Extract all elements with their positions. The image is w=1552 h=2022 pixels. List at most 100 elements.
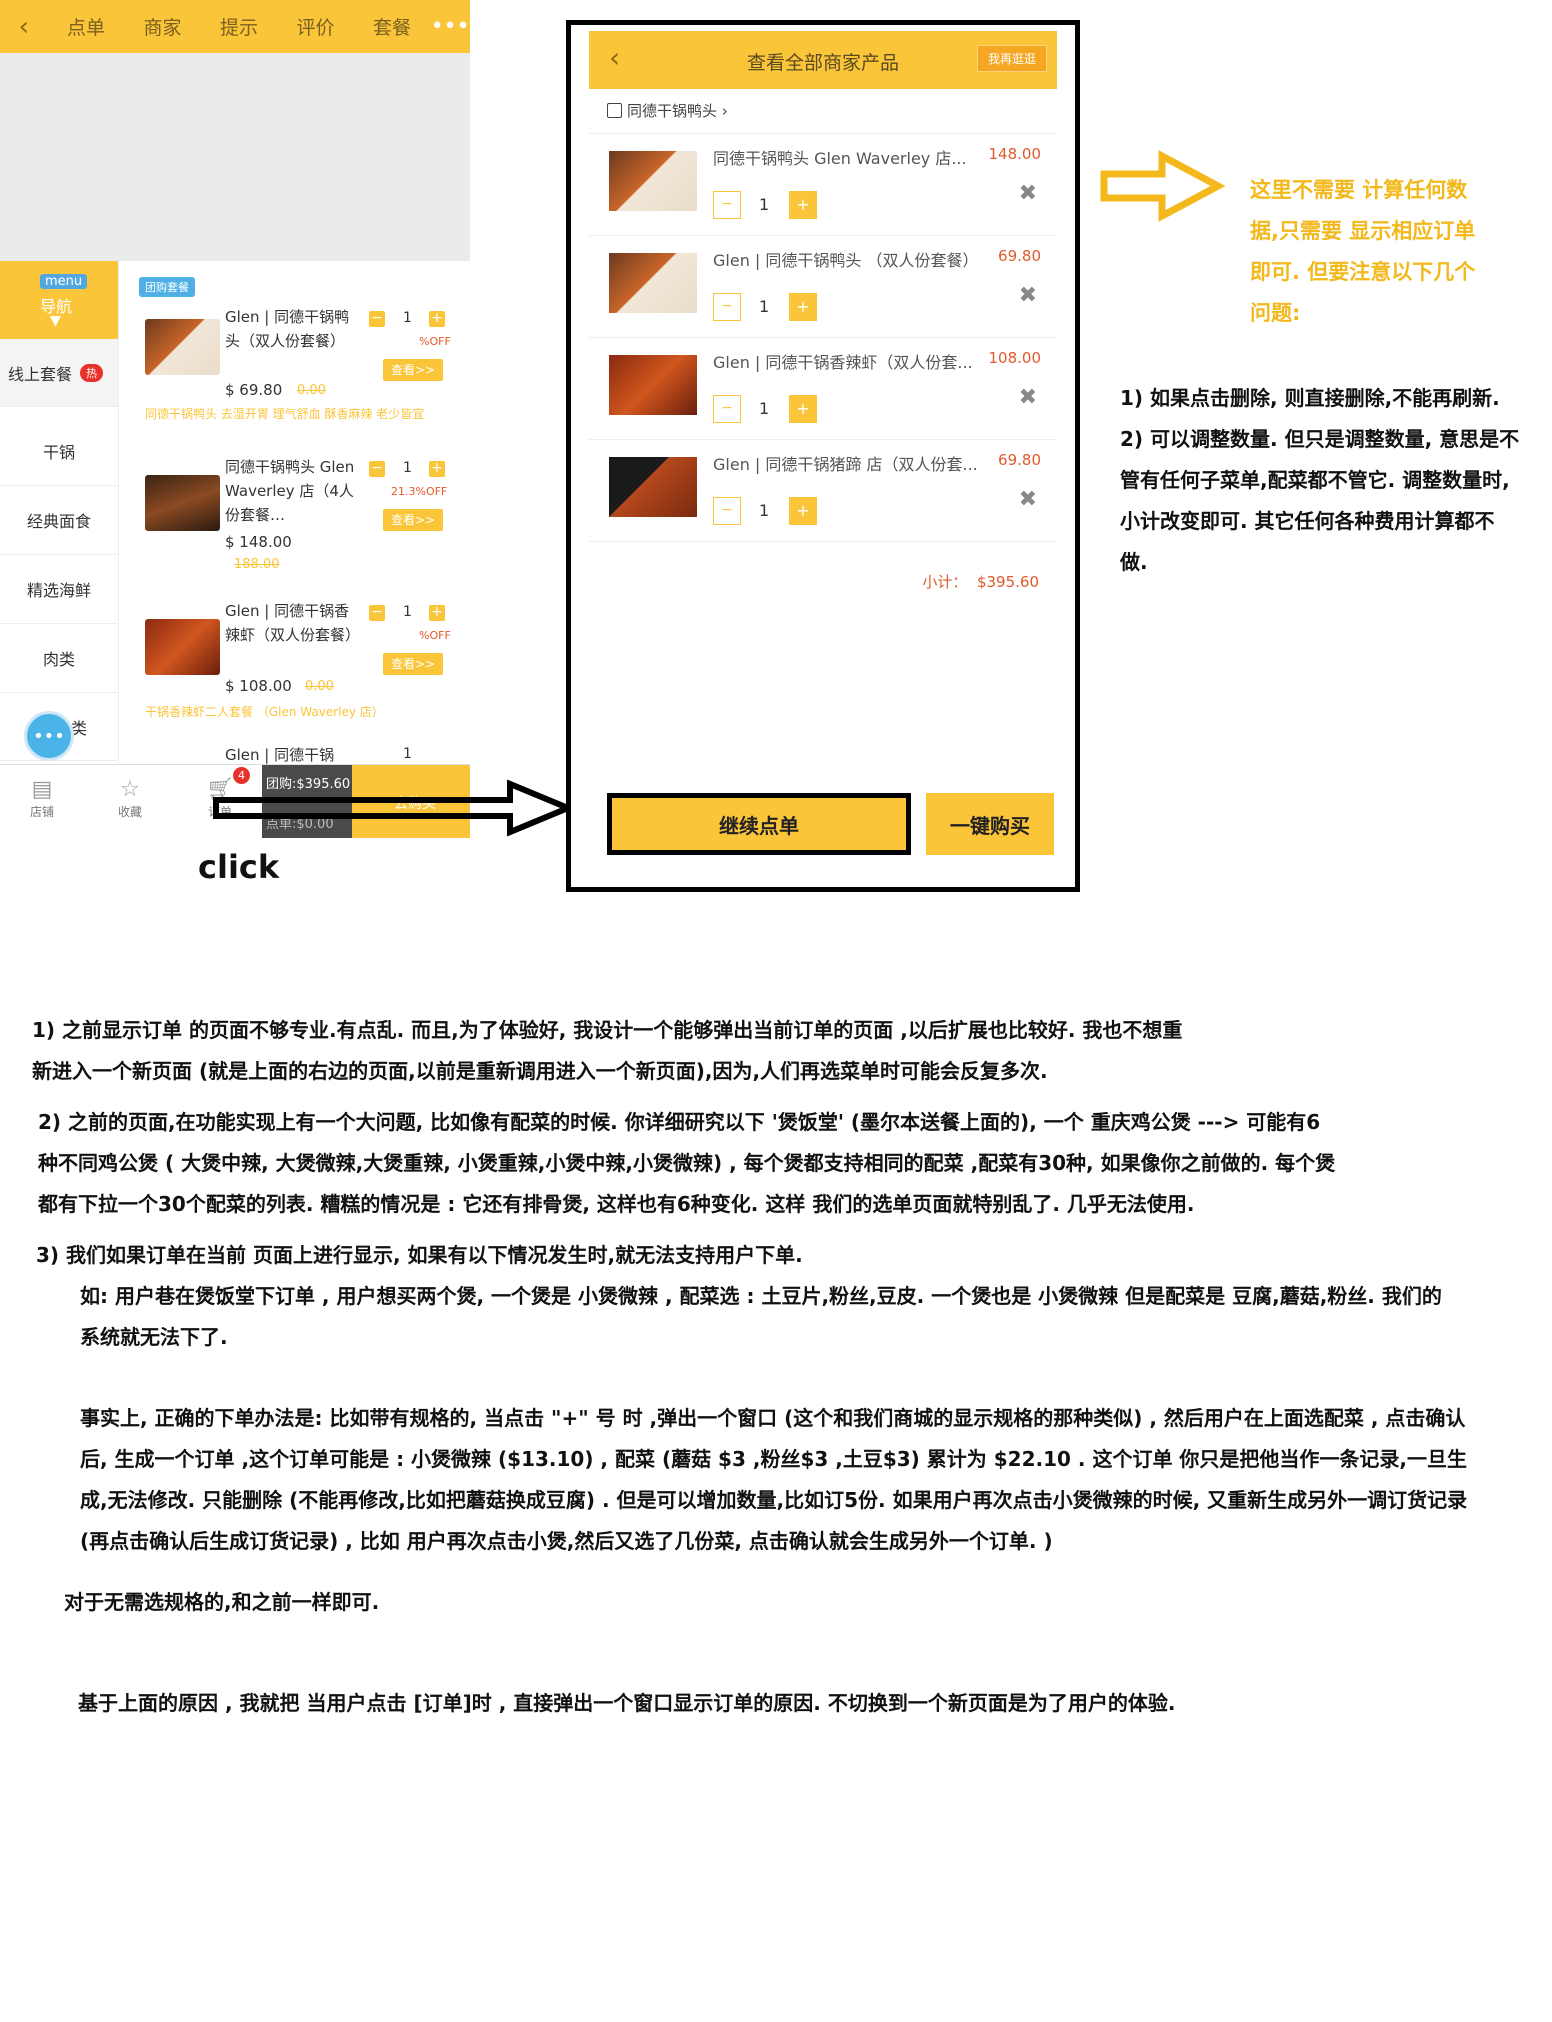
minus-button[interactable]: − (713, 395, 741, 423)
tab-tips[interactable]: 提示 (201, 13, 278, 40)
more-icon[interactable]: ••• (430, 14, 470, 39)
hot-badge: 热 (80, 363, 104, 382)
menu-nav-header[interactable]: menu 导航 ▼ (0, 261, 118, 339)
delete-icon[interactable]: ✖ (1019, 283, 1037, 308)
note-paragraph: 如: 用户巷在煲饭堂下订单 , 用户想买两个煲, 一个煲是 小煲微辣 , 配菜选… (80, 1284, 1442, 1349)
yellow-note: 这里不需要 计算任何数据,只需要 显示相应订单即可. 但要注意以下几个问题: (1250, 178, 1476, 325)
plus-button[interactable]: + (429, 461, 445, 477)
note-paragraph: 2) 之前的页面,在功能实现上有一个大问题, 比如像有配菜的时候. 你详细研究以… (38, 1110, 1336, 1216)
product-description: 同德干锅鸭头 去湿开胃 理气舒血 酥香麻辣 老少皆宜 (145, 407, 425, 421)
product-name[interactable]: Glen | 同德干锅鸭头（双人份套餐） (225, 305, 355, 353)
order-image (609, 355, 697, 415)
minus-button[interactable]: − (369, 605, 385, 621)
delete-icon[interactable]: ✖ (1019, 385, 1037, 410)
order-name: Glen | 同德干锅鸭头 （双人份套餐） (713, 251, 979, 270)
left-phone-screen: ‹ 点单 商家 提示 评价 套餐 ••• menu 导航 ▼ 线上套餐 热 干锅… (0, 0, 470, 838)
tab-combos[interactable]: 套餐 (354, 13, 431, 40)
back-icon[interactable]: ‹ (0, 12, 48, 42)
note-paragraph: 3) 我们如果订单在当前 页面上进行显示, 如果有以下情况发生时,就无法支持用户… (36, 1243, 803, 1267)
sidebar-item-label: 肉类 (42, 650, 75, 669)
sidebar-item-label: 精选海鲜 (26, 581, 91, 600)
product-name[interactable]: Glen | 同德干锅 (225, 743, 355, 764)
minus-button[interactable]: − (369, 461, 385, 477)
tab-merchant[interactable]: 商家 (124, 13, 201, 40)
pointer-arrow-icon (213, 779, 575, 837)
subtotal: 小计： $395.60 (589, 571, 1039, 592)
sidebar-item-seafood[interactable]: 精选海鲜 (0, 555, 118, 624)
sidebar-item-label: 线上套餐 (8, 364, 73, 384)
order-row: Glen | 同德干锅猪蹄 店（双人份套... 69.80 − 1 + ✖ (589, 439, 1057, 542)
order-price: 148.00 (988, 145, 1042, 163)
merchant-checkbox[interactable] (607, 103, 622, 118)
chevron-down-icon: ▼ (50, 313, 61, 329)
note-paragraph: 1) 之前显示订单 的页面不够专业.有点乱. 而且,为了体验好, 我设计一个能够… (32, 1018, 1183, 1083)
delete-icon[interactable]: ✖ (1019, 487, 1037, 512)
tab-reviews[interactable]: 评价 (277, 13, 354, 40)
product-name[interactable]: 同德干锅鸭头 Glen Waverley 店（4人份套餐… (225, 455, 355, 527)
product-price: $ 148.00 (225, 533, 292, 551)
note-paragraph: 1) 如果点击删除, 则直接删除,不能再刷新. (1120, 386, 1500, 410)
plus-button[interactable]: + (429, 311, 445, 327)
minus-button[interactable]: − (713, 497, 741, 525)
menu-label: menu (40, 274, 88, 289)
product-image (145, 319, 220, 375)
store-tab[interactable]: ▤ 店铺 (12, 777, 72, 820)
minus-button[interactable]: − (713, 293, 741, 321)
order-row: Glen | 同德干锅鸭头 （双人份套餐） 69.80 − 1 + ✖ (589, 235, 1057, 338)
banner-placeholder (0, 53, 470, 261)
order-name: 同德干锅鸭头 Glen Waverley 店... (713, 149, 967, 168)
quantity-value: 1 (403, 604, 412, 620)
list-item: Glen | 同德干锅 1 (119, 741, 470, 764)
one-click-buy-button[interactable]: 一键购买 (926, 793, 1054, 855)
store-icon: ▤ (31, 777, 53, 802)
quantity-value: 1 (759, 195, 770, 214)
order-price: 108.00 (988, 349, 1042, 367)
plus-button[interactable]: + (789, 191, 817, 219)
sidebar-item-ganguo[interactable]: 干锅 (0, 417, 118, 486)
merchant-name[interactable]: 同德干锅鸭头 › (627, 100, 728, 121)
list-item: Glen | 同德干锅鸭头（双人份套餐） $ 69.80 0.00 − 1 + … (119, 301, 470, 421)
view-button[interactable]: 查看>> (383, 359, 443, 381)
discount-label: %OFF (419, 335, 451, 348)
star-icon: ☆ (120, 777, 140, 802)
view-button[interactable]: 查看>> (383, 509, 443, 531)
note-paragraph: 2) 可以调整数量. 但只是调整数量, 意思是不管有任何子菜单,配菜都不管它. … (1120, 427, 1520, 574)
plus-button[interactable]: + (789, 395, 817, 423)
order-popup: ‹ 查看全部商家产品 我再逛逛 同德干锅鸭头 › 同德干锅鸭头 Glen Wav… (566, 20, 1080, 892)
sidebar-item-label: 干锅 (42, 443, 75, 462)
note-paragraph: 对于无需选规格的,和之前一样即可. (64, 1590, 380, 1614)
discount-label: %OFF (419, 629, 451, 642)
quantity-value: 1 (759, 297, 770, 316)
continue-ordering-button[interactable]: 继续点单 (607, 793, 911, 855)
minus-button[interactable]: − (713, 191, 741, 219)
sidebar-item-label: 经典面食 (26, 512, 91, 531)
top-nav: ‹ 点单 商家 提示 评价 套餐 ••• (0, 0, 470, 53)
tab-order[interactable]: 点单 (48, 13, 125, 40)
keep-shopping-button[interactable]: 我再逛逛 (976, 45, 1047, 72)
delete-icon[interactable]: ✖ (1019, 181, 1037, 206)
chat-icon[interactable]: ••• (24, 711, 74, 761)
product-price: $ 108.00 (225, 677, 292, 695)
quantity-value: 1 (403, 746, 412, 762)
view-button[interactable]: 查看>> (383, 653, 443, 675)
popup-header: ‹ 查看全部商家产品 我再逛逛 (589, 31, 1057, 89)
sidebar-item-meat[interactable]: 肉类 (0, 624, 118, 693)
note-paragraph: 基于上面的原因 , 我就把 当用户点击 [订单]时 , 直接弹出一个窗口显示订单… (78, 1691, 1176, 1715)
group-buy-tag: 团购套餐 (139, 277, 195, 297)
order-name: Glen | 同德干锅猪蹄 店（双人份套... (713, 455, 978, 474)
favorite-tab[interactable]: ☆ 收藏 (100, 777, 160, 820)
yellow-arrow-icon (1100, 150, 1225, 222)
plus-button[interactable]: + (429, 605, 445, 621)
sidebar-item-noodles[interactable]: 经典面食 (0, 486, 118, 555)
list-item: Glen | 同德干锅香辣虾（双人份套餐） $ 108.00 0.00 − 1 … (119, 597, 470, 727)
note-paragraph: 事实上, 正确的下单办法是: 比如带有规格的, 当点击 "+" 号 时 ,弹出一… (80, 1406, 1468, 1553)
product-list: 团购套餐 Glen | 同德干锅鸭头（双人份套餐） $ 69.80 0.00 −… (118, 261, 470, 764)
sidebar-item-online-combo[interactable]: 线上套餐 热 (0, 339, 118, 407)
subtotal-label: 小计： (922, 573, 968, 591)
plus-button[interactable]: + (789, 293, 817, 321)
subtotal-value: $395.60 (976, 573, 1039, 591)
product-name[interactable]: Glen | 同德干锅香辣虾（双人份套餐） (225, 599, 360, 647)
quantity-value: 1 (759, 399, 770, 418)
minus-button[interactable]: − (369, 311, 385, 327)
plus-button[interactable]: + (789, 497, 817, 525)
